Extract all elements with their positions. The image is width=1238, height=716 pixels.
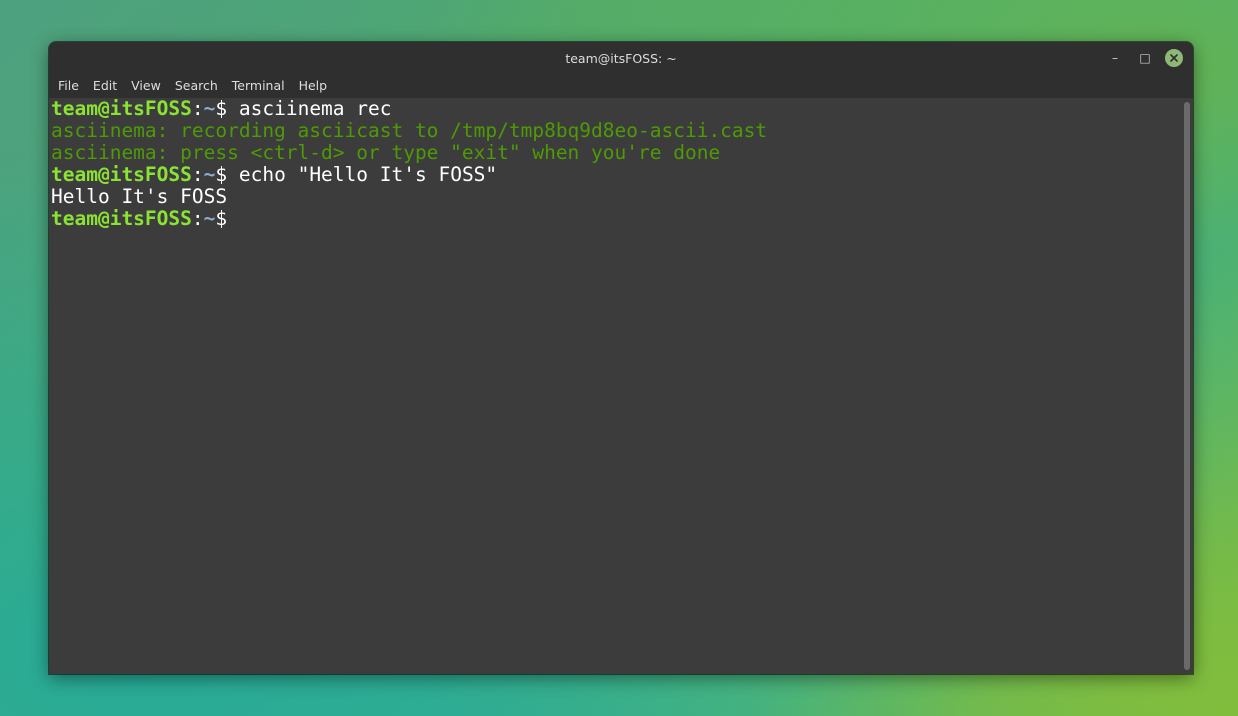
prompt-user-host: team@itsFOSS: [51, 207, 192, 230]
prompt-colon: :: [191, 97, 204, 120]
terminal-line: asciinema: press <ctrl-d> or type "exit"…: [51, 141, 721, 164]
terminal-line: asciinema: recording asciicast to /tmp/t…: [51, 119, 768, 142]
command-text: echo "Hello It's FOSS": [227, 163, 498, 186]
menu-view[interactable]: View: [124, 74, 168, 98]
prompt-colon: :: [191, 207, 204, 230]
terminal-line: team@itsFOSS:~$ asciinema rec: [51, 98, 1193, 120]
prompt-colon: :: [191, 163, 204, 186]
prompt-user-host: team@itsFOSS: [51, 163, 192, 186]
terminal-line: team@itsFOSS:~$: [51, 208, 1193, 230]
menu-edit[interactable]: Edit: [86, 74, 124, 98]
maximize-icon: □: [1139, 51, 1151, 65]
minimize-button[interactable]: –: [1105, 48, 1125, 68]
menu-help[interactable]: Help: [292, 74, 335, 98]
command-text: asciinema rec: [227, 97, 392, 120]
maximize-button[interactable]: □: [1135, 48, 1155, 68]
prompt-path: ~: [203, 97, 216, 120]
terminal-scrollbar[interactable]: [1184, 102, 1190, 670]
window-titlebar[interactable]: team@itsFOSS: ~ – □: [49, 42, 1193, 74]
terminal-line: team@itsFOSS:~$ echo "Hello It's FOSS": [51, 164, 1193, 186]
prompt-user-host: team@itsFOSS: [51, 97, 192, 120]
terminal-window: team@itsFOSS: ~ – □ File Edit View Searc…: [49, 42, 1193, 674]
menubar: File Edit View Search Terminal Help: [49, 74, 1193, 98]
prompt-symbol: $: [215, 163, 228, 186]
close-button[interactable]: [1165, 49, 1183, 67]
menu-search[interactable]: Search: [168, 74, 225, 98]
close-icon: [1170, 54, 1178, 62]
window-title: team@itsFOSS: ~: [565, 50, 677, 66]
prompt-symbol: $: [215, 97, 228, 120]
minimize-icon: –: [1112, 51, 1118, 65]
menu-terminal[interactable]: Terminal: [225, 74, 292, 98]
terminal-output[interactable]: team@itsFOSS:~$ asciinema rec asciinema:…: [49, 98, 1193, 674]
menu-file[interactable]: File: [51, 74, 86, 98]
prompt-path: ~: [203, 207, 216, 230]
window-controls: – □: [1105, 48, 1183, 68]
prompt-symbol: $: [215, 207, 228, 230]
prompt-path: ~: [203, 163, 216, 186]
terminal-line: Hello It's FOSS: [51, 185, 228, 208]
